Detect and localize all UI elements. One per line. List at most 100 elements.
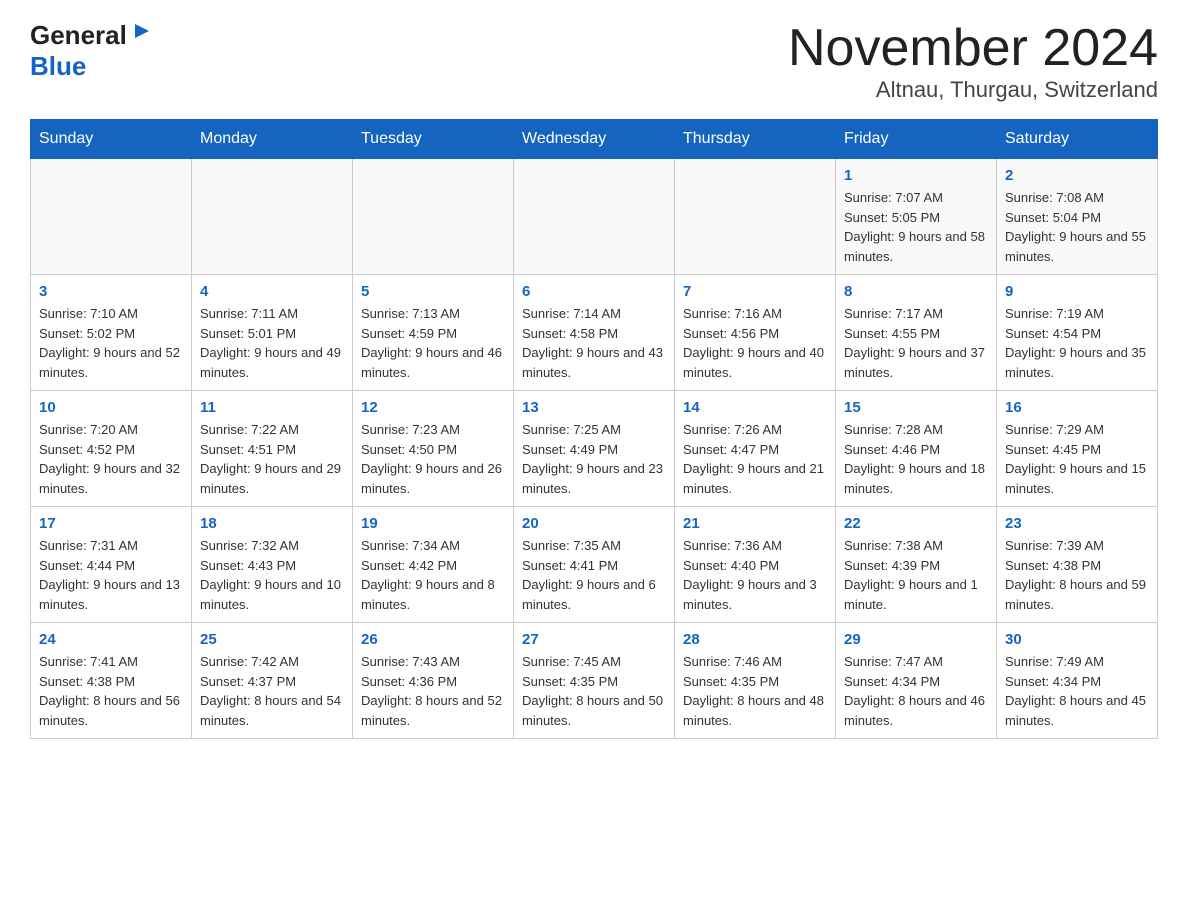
calendar-cell: 7 Sunrise: 7:16 AMSunset: 4:56 PMDaylight… [675,275,836,391]
logo-general-text: General [30,20,127,51]
day-number: 3 [39,283,183,300]
day-info: Sunrise: 7:19 AMSunset: 4:54 PMDaylight:… [1005,304,1149,382]
calendar-cell: 10 Sunrise: 7:20 AMSunset: 4:52 PMDayligh… [31,391,192,507]
day-info: Sunrise: 7:20 AMSunset: 4:52 PMDaylight:… [39,420,183,498]
day-number: 10 [39,399,183,416]
calendar-cell: 11 Sunrise: 7:22 AMSunset: 4:51 PMDayligh… [192,391,353,507]
day-info: Sunrise: 7:36 AMSunset: 4:40 PMDaylight:… [683,536,827,614]
day-number: 18 [200,515,344,532]
calendar-cell: 28 Sunrise: 7:46 AMSunset: 4:35 PMDayligh… [675,623,836,739]
calendar-cell: 1 Sunrise: 7:07 AMSunset: 5:05 PMDaylight… [836,159,997,275]
day-info: Sunrise: 7:13 AMSunset: 4:59 PMDaylight:… [361,304,505,382]
day-info: Sunrise: 7:43 AMSunset: 4:36 PMDaylight:… [361,652,505,730]
day-number: 7 [683,283,827,300]
page-header: General Blue November 2024 Altnau, Thurg… [30,20,1158,103]
calendar-cell [192,159,353,275]
day-number: 22 [844,515,988,532]
calendar-cell: 29 Sunrise: 7:47 AMSunset: 4:34 PMDayligh… [836,623,997,739]
day-info: Sunrise: 7:38 AMSunset: 4:39 PMDaylight:… [844,536,988,614]
day-info: Sunrise: 7:10 AMSunset: 5:02 PMDaylight:… [39,304,183,382]
day-info: Sunrise: 7:28 AMSunset: 4:46 PMDaylight:… [844,420,988,498]
day-of-week-header: Sunday [31,120,192,159]
calendar-cell [675,159,836,275]
day-number: 16 [1005,399,1149,416]
day-number: 27 [522,631,666,648]
logo: General Blue [30,20,153,82]
calendar-cell: 16 Sunrise: 7:29 AMSunset: 4:45 PMDayligh… [997,391,1158,507]
calendar-cell: 18 Sunrise: 7:32 AMSunset: 4:43 PMDayligh… [192,507,353,623]
day-number: 4 [200,283,344,300]
day-info: Sunrise: 7:42 AMSunset: 4:37 PMDaylight:… [200,652,344,730]
day-number: 17 [39,515,183,532]
calendar-cell: 23 Sunrise: 7:39 AMSunset: 4:38 PMDayligh… [997,507,1158,623]
calendar-title: November 2024 [788,20,1158,77]
day-info: Sunrise: 7:49 AMSunset: 4:34 PMDaylight:… [1005,652,1149,730]
day-number: 20 [522,515,666,532]
day-of-week-header: Tuesday [353,120,514,159]
day-number: 21 [683,515,827,532]
calendar-cell: 9 Sunrise: 7:19 AMSunset: 4:54 PMDaylight… [997,275,1158,391]
day-of-week-header: Friday [836,120,997,159]
day-number: 8 [844,283,988,300]
day-info: Sunrise: 7:39 AMSunset: 4:38 PMDaylight:… [1005,536,1149,614]
day-info: Sunrise: 7:32 AMSunset: 4:43 PMDaylight:… [200,536,344,614]
day-info: Sunrise: 7:22 AMSunset: 4:51 PMDaylight:… [200,420,344,498]
day-number: 30 [1005,631,1149,648]
calendar-cell: 26 Sunrise: 7:43 AMSunset: 4:36 PMDayligh… [353,623,514,739]
day-number: 23 [1005,515,1149,532]
calendar-cell: 17 Sunrise: 7:31 AMSunset: 4:44 PMDayligh… [31,507,192,623]
calendar-cell: 8 Sunrise: 7:17 AMSunset: 4:55 PMDaylight… [836,275,997,391]
day-info: Sunrise: 7:29 AMSunset: 4:45 PMDaylight:… [1005,420,1149,498]
calendar-cell: 22 Sunrise: 7:38 AMSunset: 4:39 PMDayligh… [836,507,997,623]
day-number: 1 [844,167,988,184]
day-info: Sunrise: 7:11 AMSunset: 5:01 PMDaylight:… [200,304,344,382]
day-number: 6 [522,283,666,300]
day-info: Sunrise: 7:23 AMSunset: 4:50 PMDaylight:… [361,420,505,498]
calendar-subtitle: Altnau, Thurgau, Switzerland [788,77,1158,103]
calendar-cell: 2 Sunrise: 7:08 AMSunset: 5:04 PMDaylight… [997,159,1158,275]
calendar-cell: 25Sunrise: 7:42 AMSunset: 4:37 PMDayligh… [192,623,353,739]
calendar-cell: 13Sunrise: 7:25 AMSunset: 4:49 PMDayligh… [514,391,675,507]
day-number: 13 [522,399,666,416]
day-number: 2 [1005,167,1149,184]
calendar-cell: 14 Sunrise: 7:26 AMSunset: 4:47 PMDayligh… [675,391,836,507]
calendar-cell: 20Sunrise: 7:35 AMSunset: 4:41 PMDayligh… [514,507,675,623]
logo-triangle-icon [131,20,153,42]
day-info: Sunrise: 7:46 AMSunset: 4:35 PMDaylight:… [683,652,827,730]
day-info: Sunrise: 7:14 AMSunset: 4:58 PMDaylight:… [522,304,666,382]
day-number: 15 [844,399,988,416]
day-number: 11 [200,399,344,416]
day-info: Sunrise: 7:26 AMSunset: 4:47 PMDaylight:… [683,420,827,498]
calendar-cell: 19Sunrise: 7:34 AMSunset: 4:42 PMDayligh… [353,507,514,623]
day-number: 14 [683,399,827,416]
day-number: 29 [844,631,988,648]
calendar-cell: 21 Sunrise: 7:36 AMSunset: 4:40 PMDayligh… [675,507,836,623]
day-info: Sunrise: 7:16 AMSunset: 4:56 PMDaylight:… [683,304,827,382]
logo-blue-text: Blue [30,51,86,82]
calendar-cell: 24 Sunrise: 7:41 AMSunset: 4:38 PMDayligh… [31,623,192,739]
calendar-cell: 3 Sunrise: 7:10 AMSunset: 5:02 PMDaylight… [31,275,192,391]
title-block: November 2024 Altnau, Thurgau, Switzerla… [788,20,1158,103]
day-number: 28 [683,631,827,648]
day-info: Sunrise: 7:47 AMSunset: 4:34 PMDaylight:… [844,652,988,730]
day-info: Sunrise: 7:07 AMSunset: 5:05 PMDaylight:… [844,188,988,266]
calendar-cell: 5Sunrise: 7:13 AMSunset: 4:59 PMDaylight… [353,275,514,391]
calendar-cell: 27 Sunrise: 7:45 AMSunset: 4:35 PMDayligh… [514,623,675,739]
day-info: Sunrise: 7:45 AMSunset: 4:35 PMDaylight:… [522,652,666,730]
day-info: Sunrise: 7:34 AMSunset: 4:42 PMDaylight:… [361,536,505,614]
calendar-cell: 6 Sunrise: 7:14 AMSunset: 4:58 PMDaylight… [514,275,675,391]
day-number: 12 [361,399,505,416]
day-info: Sunrise: 7:17 AMSunset: 4:55 PMDaylight:… [844,304,988,382]
calendar-cell: 15 Sunrise: 7:28 AMSunset: 4:46 PMDayligh… [836,391,997,507]
day-number: 24 [39,631,183,648]
day-info: Sunrise: 7:41 AMSunset: 4:38 PMDaylight:… [39,652,183,730]
calendar-cell: 30 Sunrise: 7:49 AMSunset: 4:34 PMDayligh… [997,623,1158,739]
day-number: 9 [1005,283,1149,300]
calendar-cell [514,159,675,275]
day-of-week-header: Wednesday [514,120,675,159]
day-number: 26 [361,631,505,648]
day-info: Sunrise: 7:31 AMSunset: 4:44 PMDaylight:… [39,536,183,614]
day-of-week-header: Saturday [997,120,1158,159]
day-of-week-header: Thursday [675,120,836,159]
day-info: Sunrise: 7:08 AMSunset: 5:04 PMDaylight:… [1005,188,1149,266]
